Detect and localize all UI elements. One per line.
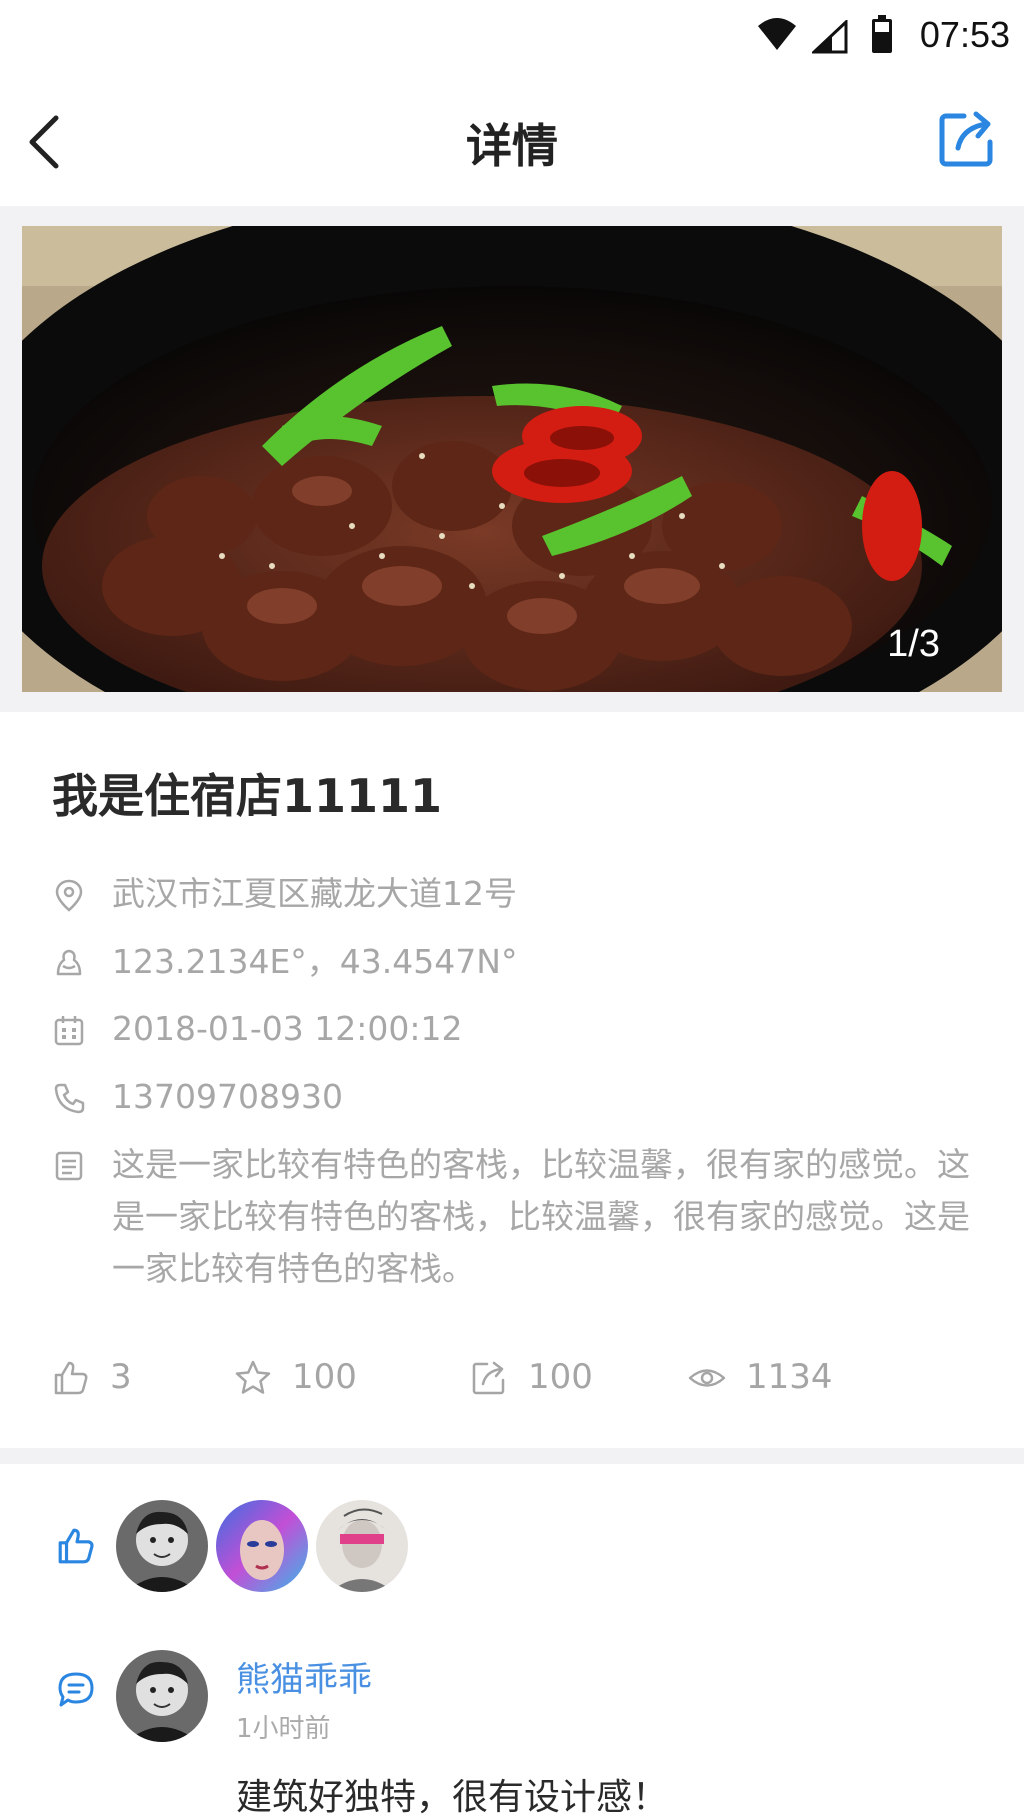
comment-item: 熊猫乖乖 1小时前 建筑好独特，很有设计感！ bbox=[0, 1650, 1024, 1820]
share-stat[interactable]: 100 bbox=[470, 1352, 650, 1402]
description-text: 这是一家比较有特色的客栈，比较温馨，很有家的感觉。这是一家比较有特色的客栈，比较… bbox=[112, 1145, 970, 1288]
nav-bar: 详情 bbox=[0, 76, 1024, 206]
share-icon bbox=[472, 1361, 505, 1395]
signal-icon bbox=[812, 20, 848, 54]
description-row: 这是一家比较有特色的客栈，比较温馨，很有家的感觉。这是一家比较有特色的客栈，比较… bbox=[52, 1139, 992, 1299]
battery-icon bbox=[872, 15, 892, 53]
phone-row[interactable]: 13709708930 bbox=[52, 1071, 992, 1123]
phone-text[interactable]: 13709708930 bbox=[112, 1071, 992, 1123]
coordinates-icon bbox=[56, 949, 82, 976]
thumbs-up-icon bbox=[58, 1528, 94, 1564]
avatar-image bbox=[216, 1500, 308, 1592]
stats-bar: 3 100 100 1134 bbox=[52, 1352, 992, 1402]
avatar-image bbox=[116, 1500, 208, 1592]
share-icon bbox=[939, 111, 993, 167]
page-title: 详情 bbox=[466, 119, 558, 173]
food-photo bbox=[22, 226, 1002, 692]
datetime-row: 2018-01-03 12:00:12 bbox=[52, 1003, 992, 1055]
comment-avatar[interactable] bbox=[116, 1650, 208, 1742]
shop-title: 我是住宿店11111 bbox=[52, 769, 443, 823]
thumbs-up-icon bbox=[54, 1361, 88, 1395]
comment-icon bbox=[58, 1672, 94, 1707]
photo-carousel[interactable]: 1/3 bbox=[22, 226, 1002, 692]
favorite-stat[interactable]: 100 bbox=[234, 1352, 414, 1402]
phone-icon bbox=[54, 1083, 85, 1114]
comment-text: 建筑好独特，很有设计感！ bbox=[236, 1777, 669, 1818]
avatar[interactable] bbox=[316, 1500, 408, 1592]
avatar[interactable] bbox=[116, 1500, 208, 1592]
section-divider bbox=[0, 1448, 1024, 1464]
avatar[interactable] bbox=[216, 1500, 308, 1592]
view-count: 1134 bbox=[746, 1357, 833, 1397]
comment-time: 1小时前 bbox=[236, 1714, 331, 1744]
address-row: 武汉市江夏区藏龙大道12号 bbox=[52, 868, 992, 920]
gallery-pager: 1/3 bbox=[887, 623, 940, 665]
gallery-container: 1/3 bbox=[0, 206, 1024, 712]
like-count: 3 bbox=[110, 1357, 132, 1397]
like-stat[interactable]: 3 bbox=[52, 1352, 212, 1402]
favorite-count: 100 bbox=[292, 1357, 357, 1397]
wifi-icon bbox=[758, 18, 796, 50]
datetime-text: 2018-01-03 12:00:12 bbox=[112, 1009, 463, 1048]
coordinates-text: 123.2134E°，43.4547N° bbox=[112, 942, 518, 981]
liked-by-row bbox=[0, 1498, 1024, 1594]
address-text: 武汉市江夏区藏龙大道12号 bbox=[112, 874, 517, 913]
location-pin-icon bbox=[55, 879, 83, 912]
status-bar: 07:53 bbox=[0, 0, 1024, 76]
eye-icon bbox=[688, 1369, 726, 1387]
star-icon bbox=[235, 1360, 271, 1394]
view-stat: 1134 bbox=[688, 1352, 888, 1402]
share-count: 100 bbox=[528, 1357, 593, 1397]
avatar-image bbox=[116, 1650, 208, 1742]
document-icon bbox=[55, 1151, 83, 1181]
coordinates-row: 123.2134E°，43.4547N° bbox=[52, 936, 992, 988]
avatar-image bbox=[316, 1500, 408, 1592]
comment-author[interactable]: 熊猫乖乖 bbox=[236, 1652, 372, 1701]
calendar-icon bbox=[54, 1016, 84, 1046]
clock: 07:53 bbox=[919, 14, 1010, 55]
share-button[interactable] bbox=[934, 106, 998, 170]
